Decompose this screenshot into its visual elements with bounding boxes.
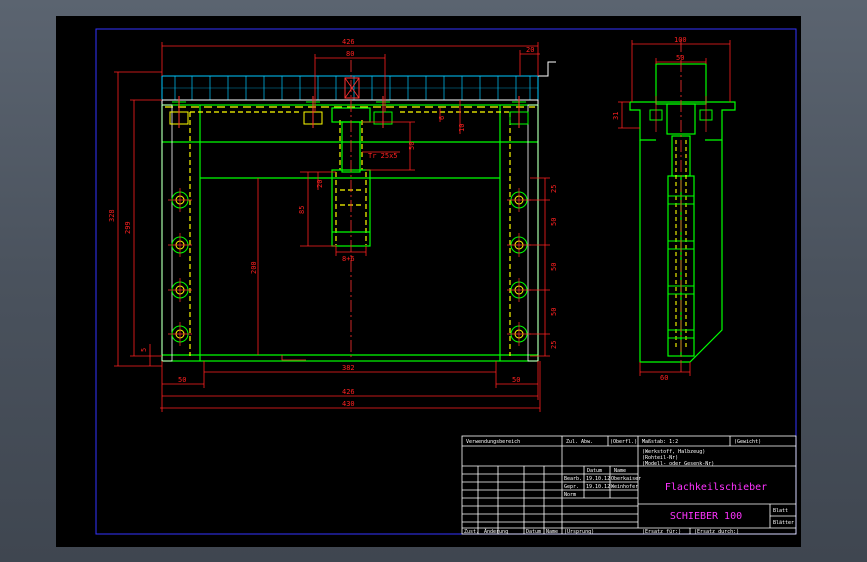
tb-datum: Datum: [587, 468, 602, 474]
tb-modell: (Modell- oder Gesenk-Nr): [642, 461, 714, 467]
tb-name2: Weinhofer: [611, 484, 638, 490]
dim-right-25-top: 25: [550, 185, 558, 193]
tb-oberfl: (Oberfl.): [610, 439, 637, 445]
tb-date2: 19.10.12: [586, 484, 610, 490]
dim-bottom-50-left: 50: [178, 376, 186, 384]
dim-side-31: 31: [612, 112, 620, 120]
dim-right-50-c: 50: [550, 308, 558, 316]
tb-bearb: Bearb.: [564, 476, 582, 482]
dim-side-100: 100: [674, 36, 687, 44]
dim-200: 200: [250, 261, 258, 274]
tb-ersatz-fuer: (Ersatz für:): [642, 529, 681, 535]
cad-drawing-canvas[interactable]: 426 80 20 328 299 5 Tr 25x5 50 6 10 20 8…: [0, 0, 867, 562]
tb-usage: Verwendungsbereich: [466, 439, 520, 445]
dim-bottom-50-right: 50: [512, 376, 520, 384]
dim-slot: 8+6: [342, 255, 355, 263]
tb-gepr: Gepr.: [564, 484, 579, 490]
model-space-background: [56, 16, 801, 547]
dim-10: 10: [458, 124, 466, 132]
drawing-number: SCHIEBER 100: [670, 511, 742, 522]
tb-gewicht: (Gewicht): [734, 439, 761, 445]
dim-6: 6: [438, 116, 446, 120]
dim-top-20: 20: [526, 46, 534, 54]
dim-50-spindle: 50: [408, 142, 416, 150]
tb-name3: Name: [546, 529, 558, 535]
tb-blatt: Blatt: [773, 508, 788, 514]
tb-zul-abw: Zul. Abw.: [566, 439, 593, 445]
tb-blaetter: Blätter: [773, 520, 794, 526]
tb-zust: Zust.: [464, 529, 479, 535]
dim-left-328: 328: [108, 209, 116, 222]
tb-name1: Oberkaiser: [611, 476, 641, 482]
dim-left-299: 299: [124, 221, 132, 234]
tb-date1: 19.10.12: [586, 476, 610, 482]
tb-ersatz-durch: (Ersatz durch:): [694, 529, 739, 535]
tb-massstab: Maßstab: 1:2: [642, 439, 678, 445]
dim-left-5: 5: [140, 348, 148, 352]
tb-name: Name: [614, 468, 626, 474]
dim-20-wedge: 20: [316, 180, 324, 188]
dim-thread: Tr 25x5: [368, 152, 398, 160]
dim-top-426: 426: [342, 38, 355, 46]
dim-bottom-382: 382: [342, 364, 355, 372]
tb-datum2: Datum: [526, 529, 541, 535]
tb-ursprung: (Ursprung): [564, 529, 594, 535]
dim-bottom-430: 430: [342, 400, 355, 408]
dim-right-50-a: 50: [550, 218, 558, 226]
dim-top-80: 80: [346, 50, 354, 58]
dim-85: 85: [298, 206, 306, 214]
dim-side-60: 60: [660, 374, 668, 382]
tb-aenderung: Änderung: [484, 528, 508, 535]
dim-bottom-426: 426: [342, 388, 355, 396]
dim-right-50-b: 50: [550, 263, 558, 271]
tb-norm: Norm: [564, 492, 576, 498]
dim-side-50: 50: [676, 54, 684, 62]
drawing-title: Flachkeilschieber: [665, 482, 767, 493]
dim-right-25-bottom: 25: [550, 341, 558, 349]
